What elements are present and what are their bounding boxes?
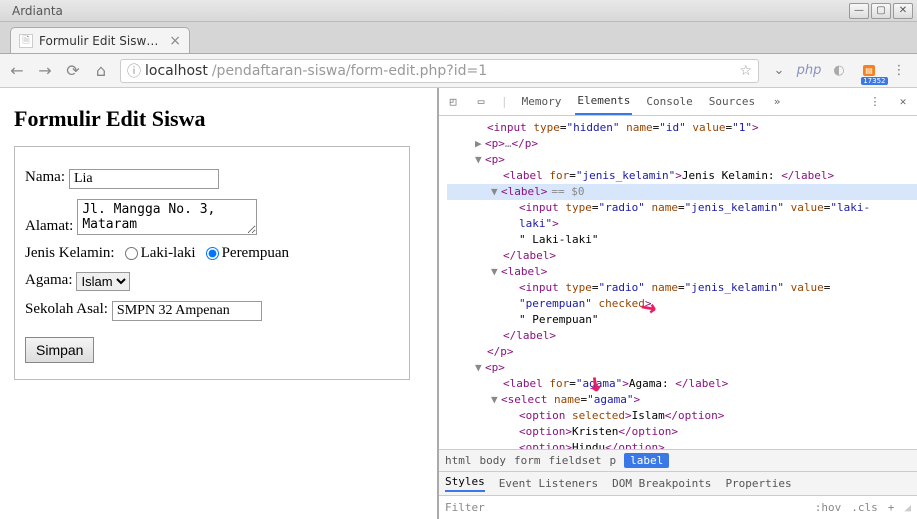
browser-toolbar: ← → ⟳ ⌂ ⓘ localhost/pendaftaran-siswa/fo… [0,54,917,88]
nama-input[interactable] [69,169,219,189]
close-tab-icon[interactable]: × [169,33,181,49]
cls-toggle[interactable]: .cls [851,501,878,514]
close-window-button[interactable]: ✕ [893,3,913,19]
adblock-icon[interactable]: ◐ [829,61,849,81]
jk-option-perempuan[interactable]: Perempuan [206,245,289,262]
crumb-p[interactable]: p [609,454,616,467]
forward-button[interactable]: → [36,61,54,80]
rendered-page: Formulir Edit Siswa Nama: Alamat: Jl. Ma… [0,88,438,519]
jk-option-laki[interactable]: Laki-laki [125,245,196,262]
alamat-textarea[interactable]: Jl. Mangga No. 3, Mataram [77,199,257,235]
php-ext-icon[interactable]: php [799,61,819,81]
collapse-icon[interactable]: ▼ [491,264,501,280]
styles-tab[interactable]: Styles [445,475,485,492]
url-host: localhost [145,63,208,79]
sekolah-input[interactable] [112,301,262,321]
reload-button[interactable]: ⟳ [64,61,82,80]
form-fieldset: Nama: Alamat: Jl. Mangga No. 3, Mataram … [14,146,410,380]
devtools-styles-filter: Filter :hov .cls + ◢ [439,495,917,519]
tab-memory[interactable]: Memory [520,89,564,114]
crumb-html[interactable]: html [445,454,472,467]
bookmark-icon[interactable]: ☆ [739,63,752,79]
window-user: Ardianta [12,4,63,18]
collapse-icon[interactable]: ▼ [475,360,485,376]
inspect-element-icon[interactable]: ◰ [445,95,461,108]
window-titlebar: Ardianta — ▢ ✕ [0,0,917,22]
page-heading: Formulir Edit Siswa [14,106,423,132]
submit-button[interactable]: Simpan [25,337,94,363]
home-button[interactable]: ⌂ [92,61,110,80]
alamat-label: Alamat: [25,218,73,235]
properties-tab[interactable]: Properties [725,477,791,490]
selected-dom-node[interactable]: ▼<label>== $0 [447,184,917,200]
collapse-icon[interactable]: ▼ [475,152,485,168]
devtools-breadcrumb: html body form fieldset p label [439,449,917,471]
tab-title: Formulir Edit Siswa | SM [39,34,163,48]
page-favicon-icon: 🗎 [19,34,33,48]
minimize-button[interactable]: — [849,3,869,19]
info-icon: ⓘ [127,61,141,81]
back-button[interactable]: ← [8,61,26,80]
devtools-close-icon[interactable]: ✕ [895,95,911,108]
dom-breakpoints-tab[interactable]: DOM Breakpoints [612,477,711,490]
edit-form: Nama: Alamat: Jl. Mangga No. 3, Mataram … [14,146,423,380]
maximize-button[interactable]: ▢ [871,3,891,19]
add-rule-icon[interactable]: + [888,501,895,514]
nama-label: Nama: [25,169,65,186]
devtools-toolbar: ◰ ▭ | Memory Elements Console Sources » … [439,88,917,116]
devtools-menu-icon[interactable]: ⋮ [867,95,883,108]
more-tabs-icon[interactable]: » [769,95,785,108]
pocket-icon[interactable]: ⌄ [769,61,789,81]
devtools-panel: ◰ ▭ | Memory Elements Console Sources » … [438,88,917,519]
expand-icon[interactable]: ▶ [475,136,485,152]
jk-radio-laki[interactable] [125,247,138,260]
crumb-fieldset[interactable]: fieldset [549,454,602,467]
url-path: /pendaftaran-siswa/form-edit.php?id=1 [212,63,487,79]
styles-corner-icon: ◢ [904,501,911,514]
jk-radio-perempuan[interactable] [206,247,219,260]
filter-label[interactable]: Filter [445,501,485,514]
browser-tab[interactable]: 🗎 Formulir Edit Siswa | SM × [10,27,190,53]
address-bar[interactable]: ⓘ localhost/pendaftaran-siswa/form-edit.… [120,59,759,83]
tab-sources[interactable]: Sources [707,89,757,114]
chrome-menu-icon[interactable]: ⋮ [889,61,909,81]
crumb-body[interactable]: body [480,454,507,467]
elements-tree[interactable]: <input type="hidden" name="id" value="1"… [439,116,917,449]
crumb-label[interactable]: label [624,453,669,468]
agama-select[interactable]: Islam [76,272,130,291]
rss-icon[interactable]: ▤ [859,61,879,81]
agama-label: Agama: [25,272,72,289]
hov-toggle[interactable]: :hov [815,501,842,514]
crumb-form[interactable]: form [514,454,541,467]
tab-console[interactable]: Console [644,89,694,114]
browser-tabstrip: 🗎 Formulir Edit Siswa | SM × [0,22,917,54]
collapse-icon[interactable]: ▼ [491,392,501,408]
jk-label: Jenis Kelamin: [25,245,115,262]
event-listeners-tab[interactable]: Event Listeners [499,477,598,490]
sekolah-label: Sekolah Asal: [25,301,108,318]
device-mode-icon[interactable]: ▭ [473,95,489,108]
devtools-styles-tabs: Styles Event Listeners DOM Breakpoints P… [439,471,917,495]
tab-elements[interactable]: Elements [575,88,632,115]
